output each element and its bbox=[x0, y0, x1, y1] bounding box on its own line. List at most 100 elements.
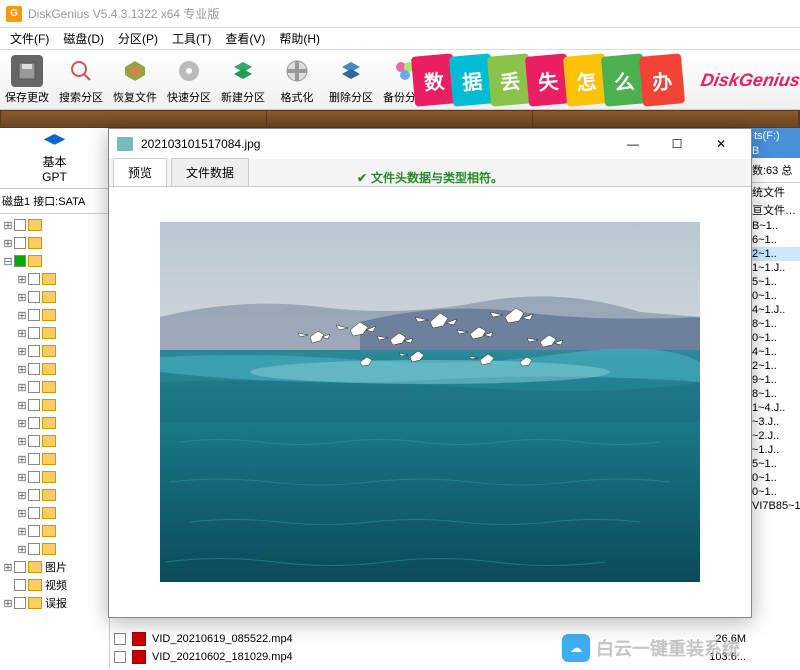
right-list-item[interactable]: 0~1.. bbox=[750, 289, 800, 303]
fast-partition-button[interactable]: 快速分区 bbox=[162, 52, 216, 108]
disk-segment[interactable] bbox=[267, 111, 533, 127]
save-button[interactable]: 保存更改 bbox=[0, 52, 54, 108]
window-title: DiskGenius V5.4.3.1322 x64 专业版 bbox=[28, 5, 219, 22]
status-text: 文件头数据与类型相符。 bbox=[371, 169, 503, 186]
search-partition-button[interactable]: 搜索分区 bbox=[54, 52, 108, 108]
window-titlebar: G DiskGenius V5.4.3.1322 x64 专业版 bbox=[0, 0, 800, 28]
disk-map[interactable] bbox=[0, 110, 800, 128]
tree-item[interactable]: ⊞ bbox=[2, 414, 107, 432]
tree-item[interactable]: ⊞ bbox=[2, 468, 107, 486]
nav-arrows[interactable]: ◀▶ bbox=[0, 128, 109, 149]
right-list-item[interactable]: 1~1.J.. bbox=[750, 261, 800, 275]
delete-icon bbox=[339, 59, 363, 83]
folder-tree[interactable]: ⊞ ⊞ ⊟ ⊞ ⊞ ⊞ ⊞ ⊞ ⊞ ⊞ ⊞ ⊞ ⊞ ⊞ ⊞ ⊞ ⊞ ⊞ ⊞ ⊞图… bbox=[0, 214, 109, 614]
menu-tools[interactable]: 工具(T) bbox=[166, 28, 217, 49]
disc-icon bbox=[177, 59, 201, 83]
toolbar-label: 删除分区 bbox=[329, 89, 373, 105]
tree-item[interactable]: ⊞ bbox=[2, 306, 107, 324]
tree-item-images[interactable]: ⊞图片 bbox=[2, 558, 107, 576]
right-list-item[interactable]: 2~1.. bbox=[750, 359, 800, 373]
app-logo-icon: G bbox=[6, 6, 22, 22]
right-list-item[interactable]: 6~1.. bbox=[750, 233, 800, 247]
format-icon bbox=[285, 59, 309, 83]
minimize-button[interactable]: — bbox=[611, 130, 655, 158]
new-partition-button[interactable]: 新建分区 bbox=[216, 52, 270, 108]
tree-item[interactable]: ⊞ bbox=[2, 540, 107, 558]
dialog-tabs: 预览 文件数据 ✔ 文件头数据与类型相符。 bbox=[109, 159, 751, 187]
right-list-item[interactable]: ~3.J.. bbox=[750, 415, 800, 429]
right-list-item[interactable]: VI7B85~1.. bbox=[750, 499, 800, 513]
tab-filedata[interactable]: 文件数据 bbox=[171, 158, 249, 186]
delete-partition-button[interactable]: 删除分区 bbox=[324, 52, 378, 108]
tree-item[interactable]: ⊞ bbox=[2, 504, 107, 522]
menu-disk[interactable]: 磁盘(D) bbox=[57, 28, 110, 49]
right-list-item[interactable]: ~2.J.. bbox=[750, 429, 800, 443]
watermark: ☁ 白云一键重装系统 bbox=[562, 634, 740, 662]
right-list-item[interactable]: 4~1.. bbox=[750, 345, 800, 359]
dialog-filename: 202103101517084.jpg bbox=[141, 137, 260, 151]
maximize-button[interactable]: ☐ bbox=[655, 130, 699, 158]
tree-item[interactable]: ⊞ bbox=[2, 360, 107, 378]
promo-char: 办 bbox=[639, 53, 685, 106]
tree-item[interactable]: ⊞ bbox=[2, 486, 107, 504]
toolbar-label: 保存更改 bbox=[5, 89, 49, 105]
tree-item-video[interactable]: 视频 bbox=[2, 576, 107, 594]
menu-partition[interactable]: 分区(P) bbox=[112, 28, 164, 49]
right-list-item[interactable]: B~1.. bbox=[750, 219, 800, 233]
tree-item[interactable]: ⊞ bbox=[2, 342, 107, 360]
tab-preview[interactable]: 预览 bbox=[113, 158, 167, 186]
right-list-item[interactable]: 0~1.. bbox=[750, 471, 800, 485]
toolbar-label: 恢复文件 bbox=[113, 89, 157, 105]
disk-status: 磁盘1 接口:SATA bbox=[0, 189, 109, 214]
tree-item[interactable]: ⊞ bbox=[2, 234, 107, 252]
format-button[interactable]: 格式化 bbox=[270, 52, 324, 108]
sidebar: ◀▶ 基本 GPT 磁盘1 接口:SATA ⊞ ⊞ ⊟ ⊞ ⊞ ⊞ ⊞ ⊞ ⊞ … bbox=[0, 128, 110, 668]
tree-item[interactable]: ⊞ bbox=[2, 324, 107, 342]
check-icon: ✔ bbox=[357, 171, 367, 185]
right-list-item[interactable]: 5~1.. bbox=[750, 275, 800, 289]
disk-segment[interactable] bbox=[1, 111, 267, 127]
right-list-item[interactable]: 8~1.. bbox=[750, 387, 800, 401]
right-list-item[interactable]: 统文件 bbox=[750, 183, 800, 201]
search-icon bbox=[69, 59, 93, 83]
right-panel: ts(F:) B 数:63 总 统文件亘文件…B~1..6~1..2~1..1~… bbox=[750, 128, 800, 668]
right-list-item[interactable]: 9~1.. bbox=[750, 373, 800, 387]
right-count: 数:63 总 bbox=[750, 158, 800, 183]
tree-item[interactable]: ⊟ bbox=[2, 252, 107, 270]
disk-type-label: 基本 GPT bbox=[0, 149, 109, 189]
recover-icon bbox=[123, 59, 147, 83]
video-icon bbox=[132, 632, 146, 646]
tree-item-false[interactable]: ⊞误报 bbox=[2, 594, 107, 612]
close-button[interactable]: ✕ bbox=[699, 130, 743, 158]
preview-image bbox=[160, 222, 700, 582]
right-list-item[interactable]: 2~1.. bbox=[750, 247, 800, 261]
dialog-body bbox=[109, 187, 751, 617]
image-file-icon bbox=[117, 137, 133, 151]
tree-item[interactable]: ⊞ bbox=[2, 432, 107, 450]
tree-item[interactable]: ⊞ bbox=[2, 288, 107, 306]
menu-file[interactable]: 文件(F) bbox=[4, 28, 55, 49]
right-list-item[interactable]: 亘文件… bbox=[750, 201, 800, 219]
toolbar: 保存更改 搜索分区 恢复文件 快速分区 新建分区 格式化 删除分区 备份分区 系… bbox=[0, 50, 800, 110]
right-list-item[interactable]: 1~4.J.. bbox=[750, 401, 800, 415]
disk-segment[interactable] bbox=[533, 111, 799, 127]
disk-gpt-label: GPT bbox=[4, 170, 105, 184]
tree-item[interactable]: ⊞ bbox=[2, 216, 107, 234]
tree-item[interactable]: ⊞ bbox=[2, 378, 107, 396]
right-list-item[interactable]: 8~1.. bbox=[750, 317, 800, 331]
right-list-item[interactable]: ~1.J.. bbox=[750, 443, 800, 457]
recover-file-button[interactable]: 恢复文件 bbox=[108, 52, 162, 108]
right-list-item[interactable]: 4~1.J.. bbox=[750, 303, 800, 317]
cloud-icon: ☁ bbox=[562, 634, 590, 662]
right-list-item[interactable]: 0~1.. bbox=[750, 331, 800, 345]
tree-item[interactable]: ⊞ bbox=[2, 522, 107, 540]
right-list-item[interactable]: 0~1.. bbox=[750, 485, 800, 499]
tree-item[interactable]: ⊞ bbox=[2, 450, 107, 468]
right-list-item[interactable]: 5~1.. bbox=[750, 457, 800, 471]
menu-help[interactable]: 帮助(H) bbox=[273, 28, 326, 49]
right-sub: B bbox=[750, 144, 800, 158]
tree-item[interactable]: ⊞ bbox=[2, 396, 107, 414]
dialog-titlebar[interactable]: 202103101517084.jpg — ☐ ✕ bbox=[109, 129, 751, 159]
menu-view[interactable]: 查看(V) bbox=[219, 28, 271, 49]
tree-item[interactable]: ⊞ bbox=[2, 270, 107, 288]
